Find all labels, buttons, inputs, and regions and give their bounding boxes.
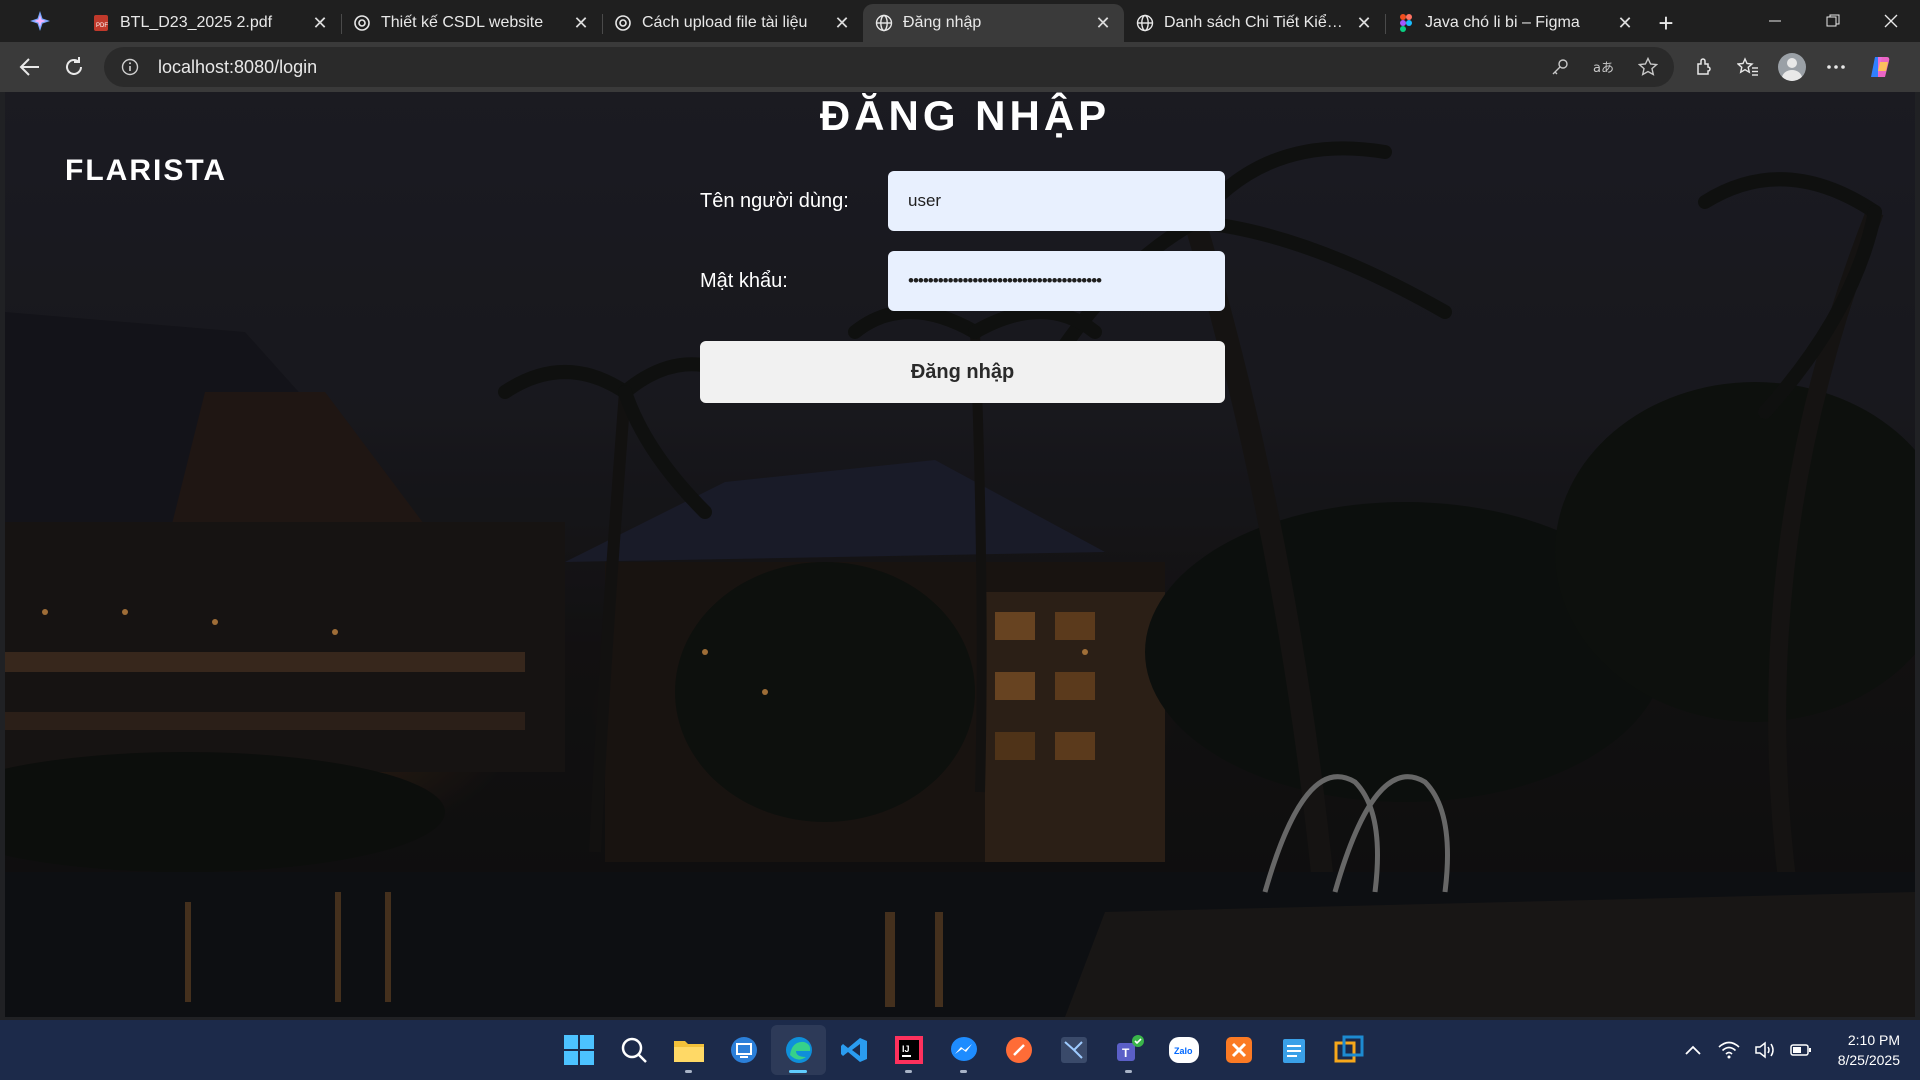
extensions-icon[interactable] xyxy=(1682,47,1726,87)
svg-text:aあ: aあ xyxy=(1593,61,1614,76)
tab-title: Thiết kế CSDL website xyxy=(381,14,544,31)
windows-taskbar: IJ T Zalo 2:10 PM 8/25/2025 xyxy=(0,1020,1920,1080)
tab-pdf[interactable]: PDF BTL_D23_2025 2.pdf ✕ xyxy=(80,4,341,42)
password-label: Mật khẩu: xyxy=(700,269,788,292)
chatgpt-icon xyxy=(353,14,371,32)
vscode-icon[interactable] xyxy=(826,1025,881,1075)
running-indicator xyxy=(960,1070,967,1073)
messenger-icon[interactable] xyxy=(936,1025,991,1075)
tab-login[interactable]: Đăng nhập ✕ xyxy=(863,4,1124,42)
svg-text:T: T xyxy=(1122,1046,1130,1060)
page-viewport: FLARISTA ĐĂNG NHẬP Tên người dùng: user … xyxy=(5,92,1915,1017)
globe-icon xyxy=(1136,14,1154,32)
favorites-icon[interactable] xyxy=(1726,47,1770,87)
window-controls xyxy=(1746,0,1920,42)
read-aloud-translate-icon[interactable]: aあ xyxy=(1588,51,1620,83)
tab-title: BTL_D23_2025 2.pdf xyxy=(120,14,273,31)
password-key-icon[interactable] xyxy=(1544,51,1576,83)
username-label: Tên người dùng: xyxy=(700,189,849,212)
brand-logo[interactable]: FLARISTA xyxy=(65,154,227,188)
restore-icon[interactable] xyxy=(1804,0,1862,42)
intellij-icon[interactable]: IJ xyxy=(881,1025,936,1075)
username-input[interactable]: user xyxy=(888,171,1225,231)
pdf-icon: PDF xyxy=(92,14,110,32)
system-tray: 2:10 PM 8/25/2025 xyxy=(1680,1020,1920,1080)
tab-checklist[interactable]: Danh sách Chi Tiết Kiểm Tra ✕ xyxy=(1124,4,1385,42)
battery-icon[interactable] xyxy=(1788,1037,1814,1063)
clock-date: 8/25/2025 xyxy=(1837,1052,1900,1068)
back-icon[interactable] xyxy=(8,47,52,87)
file-explorer-icon[interactable] xyxy=(661,1025,716,1075)
browser-tab-strip: PDF BTL_D23_2025 2.pdf ✕ Thiết kế CSDL w… xyxy=(0,0,1920,42)
login-button[interactable]: Đăng nhập xyxy=(700,341,1225,403)
close-icon[interactable]: ✕ xyxy=(1355,13,1373,33)
tab-figma[interactable]: Java chó li bi – Figma ✕ xyxy=(1385,4,1646,42)
close-icon[interactable]: ✕ xyxy=(311,13,329,33)
teams-icon[interactable]: T xyxy=(1101,1025,1156,1075)
address-bar[interactable]: localhost:8080/login aあ xyxy=(104,47,1674,87)
running-indicator xyxy=(685,1070,692,1073)
running-indicator xyxy=(905,1070,912,1073)
copilot-sidebar-icon[interactable] xyxy=(0,0,80,42)
zalo-icon[interactable]: Zalo xyxy=(1156,1025,1211,1075)
more-options-icon[interactable] xyxy=(1814,47,1858,87)
volume-icon[interactable] xyxy=(1752,1037,1778,1063)
tab-title: Java chó li bi – Figma xyxy=(1425,14,1580,31)
wifi-icon[interactable] xyxy=(1716,1037,1742,1063)
new-tab-button[interactable]: + xyxy=(1646,4,1686,42)
chatgpt-icon xyxy=(614,14,632,32)
notepad-icon[interactable] xyxy=(1266,1025,1321,1075)
system-clock[interactable]: 2:10 PM 8/25/2025 xyxy=(1838,1030,1900,1070)
running-indicator xyxy=(1125,1070,1132,1073)
chevron-up-icon[interactable] xyxy=(1680,1037,1706,1063)
close-icon[interactable]: ✕ xyxy=(1094,13,1112,33)
tab-chatgpt-1[interactable]: Thiết kế CSDL website ✕ xyxy=(341,4,602,42)
close-icon[interactable]: ✕ xyxy=(1616,13,1634,33)
search-icon[interactable] xyxy=(606,1025,661,1075)
copilot-icon[interactable] xyxy=(1858,47,1902,87)
profile-avatar[interactable] xyxy=(1770,47,1814,87)
reload-icon[interactable] xyxy=(52,47,96,87)
password-input[interactable]: ••••••••••••••••••••••••••••••••••••••• xyxy=(888,251,1225,311)
close-window-icon[interactable] xyxy=(1862,0,1920,42)
tab-title: Cách upload file tài liệu xyxy=(642,14,808,31)
tab-chatgpt-2[interactable]: Cách upload file tài liệu ✕ xyxy=(602,4,863,42)
virtualbox-icon[interactable] xyxy=(1321,1025,1376,1075)
favorite-star-icon[interactable] xyxy=(1632,51,1664,83)
close-icon[interactable]: ✕ xyxy=(572,13,590,33)
svg-text:PDF: PDF xyxy=(96,23,108,29)
close-icon[interactable]: ✕ xyxy=(833,13,851,33)
browser-toolbar: localhost:8080/login aあ xyxy=(0,42,1920,92)
start-icon[interactable] xyxy=(551,1025,606,1075)
svg-text:IJ: IJ xyxy=(902,1044,910,1054)
taskbar-apps: IJ T Zalo xyxy=(551,1020,1376,1080)
clock-time: 2:10 PM xyxy=(1847,1032,1900,1048)
username-row: Tên người dùng: user xyxy=(700,171,1225,231)
site-info-icon[interactable] xyxy=(114,51,146,83)
xampp-icon[interactable] xyxy=(1211,1025,1266,1075)
remote-desktop-icon[interactable] xyxy=(716,1025,771,1075)
password-row: Mật khẩu: ••••••••••••••••••••••••••••••… xyxy=(700,251,1225,311)
tab-title: Đăng nhập xyxy=(903,14,982,31)
avatar xyxy=(1778,53,1806,81)
running-indicator xyxy=(789,1070,807,1073)
svg-text:Zalo: Zalo xyxy=(1174,1046,1193,1056)
url-text[interactable]: localhost:8080/login xyxy=(158,57,1532,78)
ssms-icon[interactable] xyxy=(1046,1025,1101,1075)
figma-icon xyxy=(1397,14,1415,32)
globe-icon xyxy=(875,14,893,32)
tab-title: Danh sách Chi Tiết Kiểm Tra xyxy=(1164,14,1345,31)
edge-icon[interactable] xyxy=(771,1025,826,1075)
postman-icon[interactable] xyxy=(991,1025,1046,1075)
page-title: ĐĂNG NHẬP xyxy=(819,92,1111,139)
minimize-icon[interactable] xyxy=(1746,0,1804,42)
